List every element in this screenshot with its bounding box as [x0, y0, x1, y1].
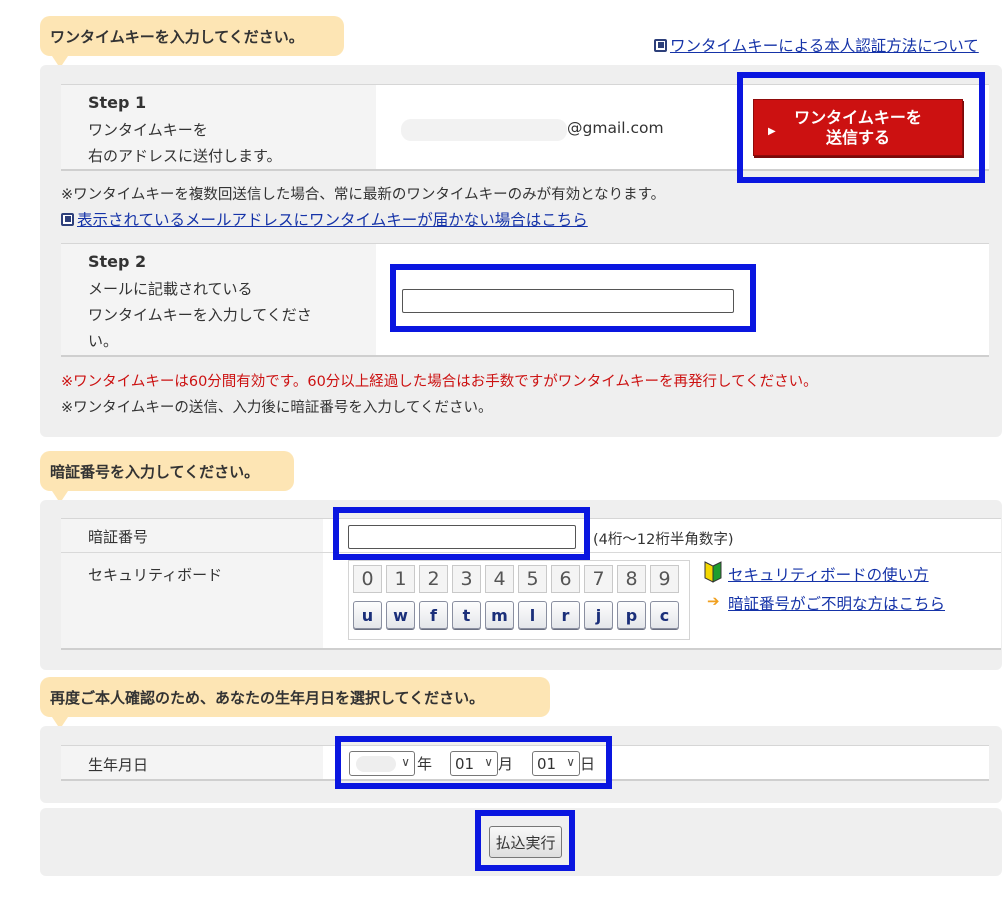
year-masked-value [356, 756, 396, 772]
dob-label: 生年月日 [88, 756, 149, 774]
step2-desc-line2: ワンタイムキーを入力してくださ [88, 306, 312, 324]
send-key-button[interactable]: ▶ ワンタイムキーを 送信する [753, 99, 963, 156]
note-input-order: ※ワンタイムキーの送信、入力後に暗証番号を入力してください。 [61, 400, 493, 416]
chevron-down-icon: ∨ [566, 755, 575, 769]
board-key-u[interactable]: u [353, 601, 382, 629]
chevron-down-icon: ∨ [401, 755, 410, 769]
pin-section-heading: 暗証番号を入力してください。 [40, 451, 294, 503]
board-key-5[interactable]: 5 [518, 565, 547, 593]
external-window-icon [61, 213, 74, 226]
otp-auth-method-link[interactable]: ワンタイムキーによる本人認証方法について [654, 34, 979, 56]
board-key-f[interactable]: f [419, 601, 448, 629]
key-not-received-link[interactable]: 表示されているメールアドレスにワンタイムキーが届かない場合はこちら [61, 208, 588, 230]
board-key-4[interactable]: 4 [485, 565, 514, 593]
board-key-j[interactable]: j [584, 601, 613, 629]
security-board: 0 1 2 3 4 5 6 7 8 9 u w f t m l r j p c [348, 560, 690, 640]
board-key-t[interactable]: t [452, 601, 481, 629]
birth-year-select[interactable]: ∨ [349, 751, 415, 776]
board-key-c[interactable]: c [650, 601, 679, 629]
security-board-label: セキュリティボード [88, 566, 223, 584]
board-key-l[interactable]: l [518, 601, 547, 629]
step2-desc-line1: メールに記載されている [88, 280, 253, 298]
security-board-help-link[interactable]: セキュリティボードの使い方 [728, 563, 929, 585]
pin-input[interactable] [348, 525, 576, 549]
day-unit: 日 [580, 755, 596, 773]
board-key-9[interactable]: 9 [650, 565, 679, 593]
arrow-right-icon: ➔ [707, 592, 720, 610]
board-key-1[interactable]: 1 [386, 565, 415, 593]
board-key-7[interactable]: 7 [584, 565, 613, 593]
email-domain: @gmail.com [567, 119, 664, 137]
pin-format-hint: (4桁〜12桁半角数字) [593, 532, 734, 548]
board-key-6[interactable]: 6 [551, 565, 580, 593]
board-key-r[interactable]: r [551, 601, 580, 629]
board-key-0[interactable]: 0 [353, 565, 382, 593]
beginner-mark-icon [704, 561, 722, 583]
otp-section-heading: ワンタイムキーを入力してください。 [40, 16, 344, 68]
chevron-down-icon: ∨ [484, 755, 493, 769]
board-key-w[interactable]: w [386, 601, 415, 629]
one-time-key-input[interactable] [402, 289, 734, 313]
note-key-validity: ※ワンタイムキーは60分間有効です。60分以上経過した場合はお手数ですがワンタイ… [61, 374, 818, 390]
step1-desc-line2: 右のアドレスに送付します。 [88, 147, 282, 165]
step2-title: Step 2 [88, 252, 147, 271]
month-unit: 月 [498, 755, 514, 773]
dob-section-heading: 再度ご本人確認のため、あなたの生年月日を選択してください。 [40, 677, 550, 729]
year-unit: 年 [417, 755, 433, 773]
board-key-8[interactable]: 8 [617, 565, 646, 593]
submit-payment-button[interactable]: 払込実行 [489, 826, 562, 858]
external-window-icon [654, 39, 667, 52]
birth-day-select[interactable]: 01 ∨ [532, 751, 580, 776]
step1-desc-line1: ワンタイムキーを [88, 121, 208, 139]
masked-email [401, 119, 567, 141]
board-key-m[interactable]: m [485, 601, 514, 629]
forgot-pin-link[interactable]: 暗証番号がご不明な方はこちら [728, 592, 945, 614]
play-arrow-icon: ▶ [768, 126, 776, 137]
step2-desc-line3: い。 [88, 332, 119, 350]
birth-month-select[interactable]: 01 ∨ [450, 751, 498, 776]
step1-title: Step 1 [88, 93, 147, 112]
pin-label: 暗証番号 [88, 528, 149, 546]
board-key-2[interactable]: 2 [419, 565, 448, 593]
board-key-3[interactable]: 3 [452, 565, 481, 593]
note-multiple-send: ※ワンタイムキーを複数回送信した場合、常に最新のワンタイムキーのみが有効となりま… [61, 187, 666, 203]
board-key-p[interactable]: p [617, 601, 646, 629]
